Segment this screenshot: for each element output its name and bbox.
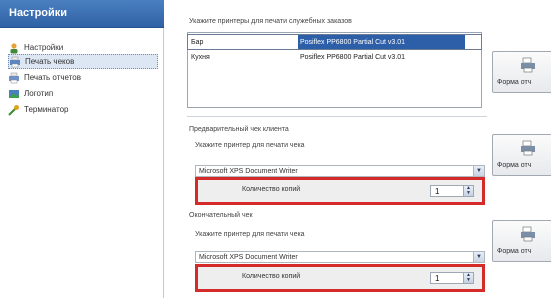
sidebar-item-logo[interactable]: Логотип [8,86,158,101]
sidebar-item-receipt-print[interactable]: Печать чеков [8,54,158,69]
settings-person-icon [8,42,20,54]
logo-image-icon [8,88,20,100]
form-button-label: Форма отч [497,248,532,255]
service-printer-list[interactable]: Бар Posiflex PP6800 Partial Cut v3.01 Ку… [187,32,482,108]
final-report-form-button[interactable]: Форма отч [492,220,551,262]
prelim-printer-value: Microsoft XPS Document Writer [199,167,298,175]
final-copies-stepper[interactable]: 1 ▲ ▼ [430,272,474,284]
service-printers-label: Укажите принтеры для печати служебных за… [189,18,352,25]
prelim-printer-select[interactable]: Microsoft XPS Document Writer ▼ [195,165,485,177]
terminator-icon [8,104,20,116]
form-button-label: Форма отч [497,162,532,169]
table-row[interactable]: Кухня Posiflex PP6800 Partial Cut v3.01 [188,50,481,64]
prelim-printer-label: Укажите принтер для печати чека [195,142,305,149]
prelim-copies-value: 1 [435,187,440,196]
receipt-print-settings-panel: Укажите принтеры для печати служебных за… [165,0,551,298]
sidebar-item-label: Терминатор [24,105,69,114]
receipt-print-icon [9,56,21,68]
prelim-report-form-button[interactable]: Форма отч [492,134,551,176]
printer-name-cell: Бар [191,38,204,46]
prelim-section-title: Предварительный чек клиента [189,126,289,133]
chevron-down-icon[interactable]: ▼ [473,252,484,262]
sidebar-item-label: Логотип [24,89,54,98]
chevron-down-icon[interactable]: ▼ [473,166,484,176]
prelim-copies-row: Количество копий 1 ▲ ▼ [195,177,485,205]
sidebar-item-terminator[interactable]: Терминатор [8,102,158,117]
final-printer-label: Укажите принтер для печати чека [195,231,305,238]
final-copies-row: Количество копий 1 ▲ ▼ [195,264,485,292]
sidebar-title: Настройки [9,7,68,19]
final-copies-value: 1 [435,274,440,283]
sidebar-item-settings[interactable]: Настройки [8,40,158,55]
divider [187,116,487,117]
report-print-icon [8,72,20,84]
final-section-title: Окончательный чек [189,212,253,219]
printer-model-cell: Posiflex PP6800 Partial Cut v3.01 [298,35,466,49]
sidebar-item-label: Печать чеков [25,57,75,66]
prelim-copies-label: Количество копий [242,186,301,193]
final-printer-value: Microsoft XPS Document Writer [199,253,298,261]
prelim-copies-stepper[interactable]: 1 ▲ ▼ [430,185,474,197]
printer-name-cell: Кухня [191,53,210,61]
final-printer-select[interactable]: Microsoft XPS Document Writer ▼ [195,251,485,263]
service-report-form-button[interactable]: Форма отч [492,51,551,93]
printer-icon [520,57,536,73]
sidebar-item-label: Печать отчетов [24,73,81,82]
table-row[interactable]: Бар Posiflex PP6800 Partial Cut v3.01 [187,34,482,50]
printer-model-cell: Posiflex PP6800 Partial Cut v3.01 [300,53,406,61]
sidebar: Настройки Настройки Печать чеков Печать … [0,0,164,298]
stepper-arrows-icon[interactable]: ▲ ▼ [463,186,473,196]
sidebar-header: Настройки [0,0,164,28]
sidebar-item-label: Настройки [24,43,64,52]
printer-icon [520,140,536,156]
stepper-arrows-icon[interactable]: ▲ ▼ [463,273,473,283]
sidebar-item-report-print[interactable]: Печать отчетов [8,70,158,85]
printer-icon [520,226,536,242]
final-copies-label: Количество копий [242,273,301,280]
form-button-label: Форма отч [497,79,532,86]
